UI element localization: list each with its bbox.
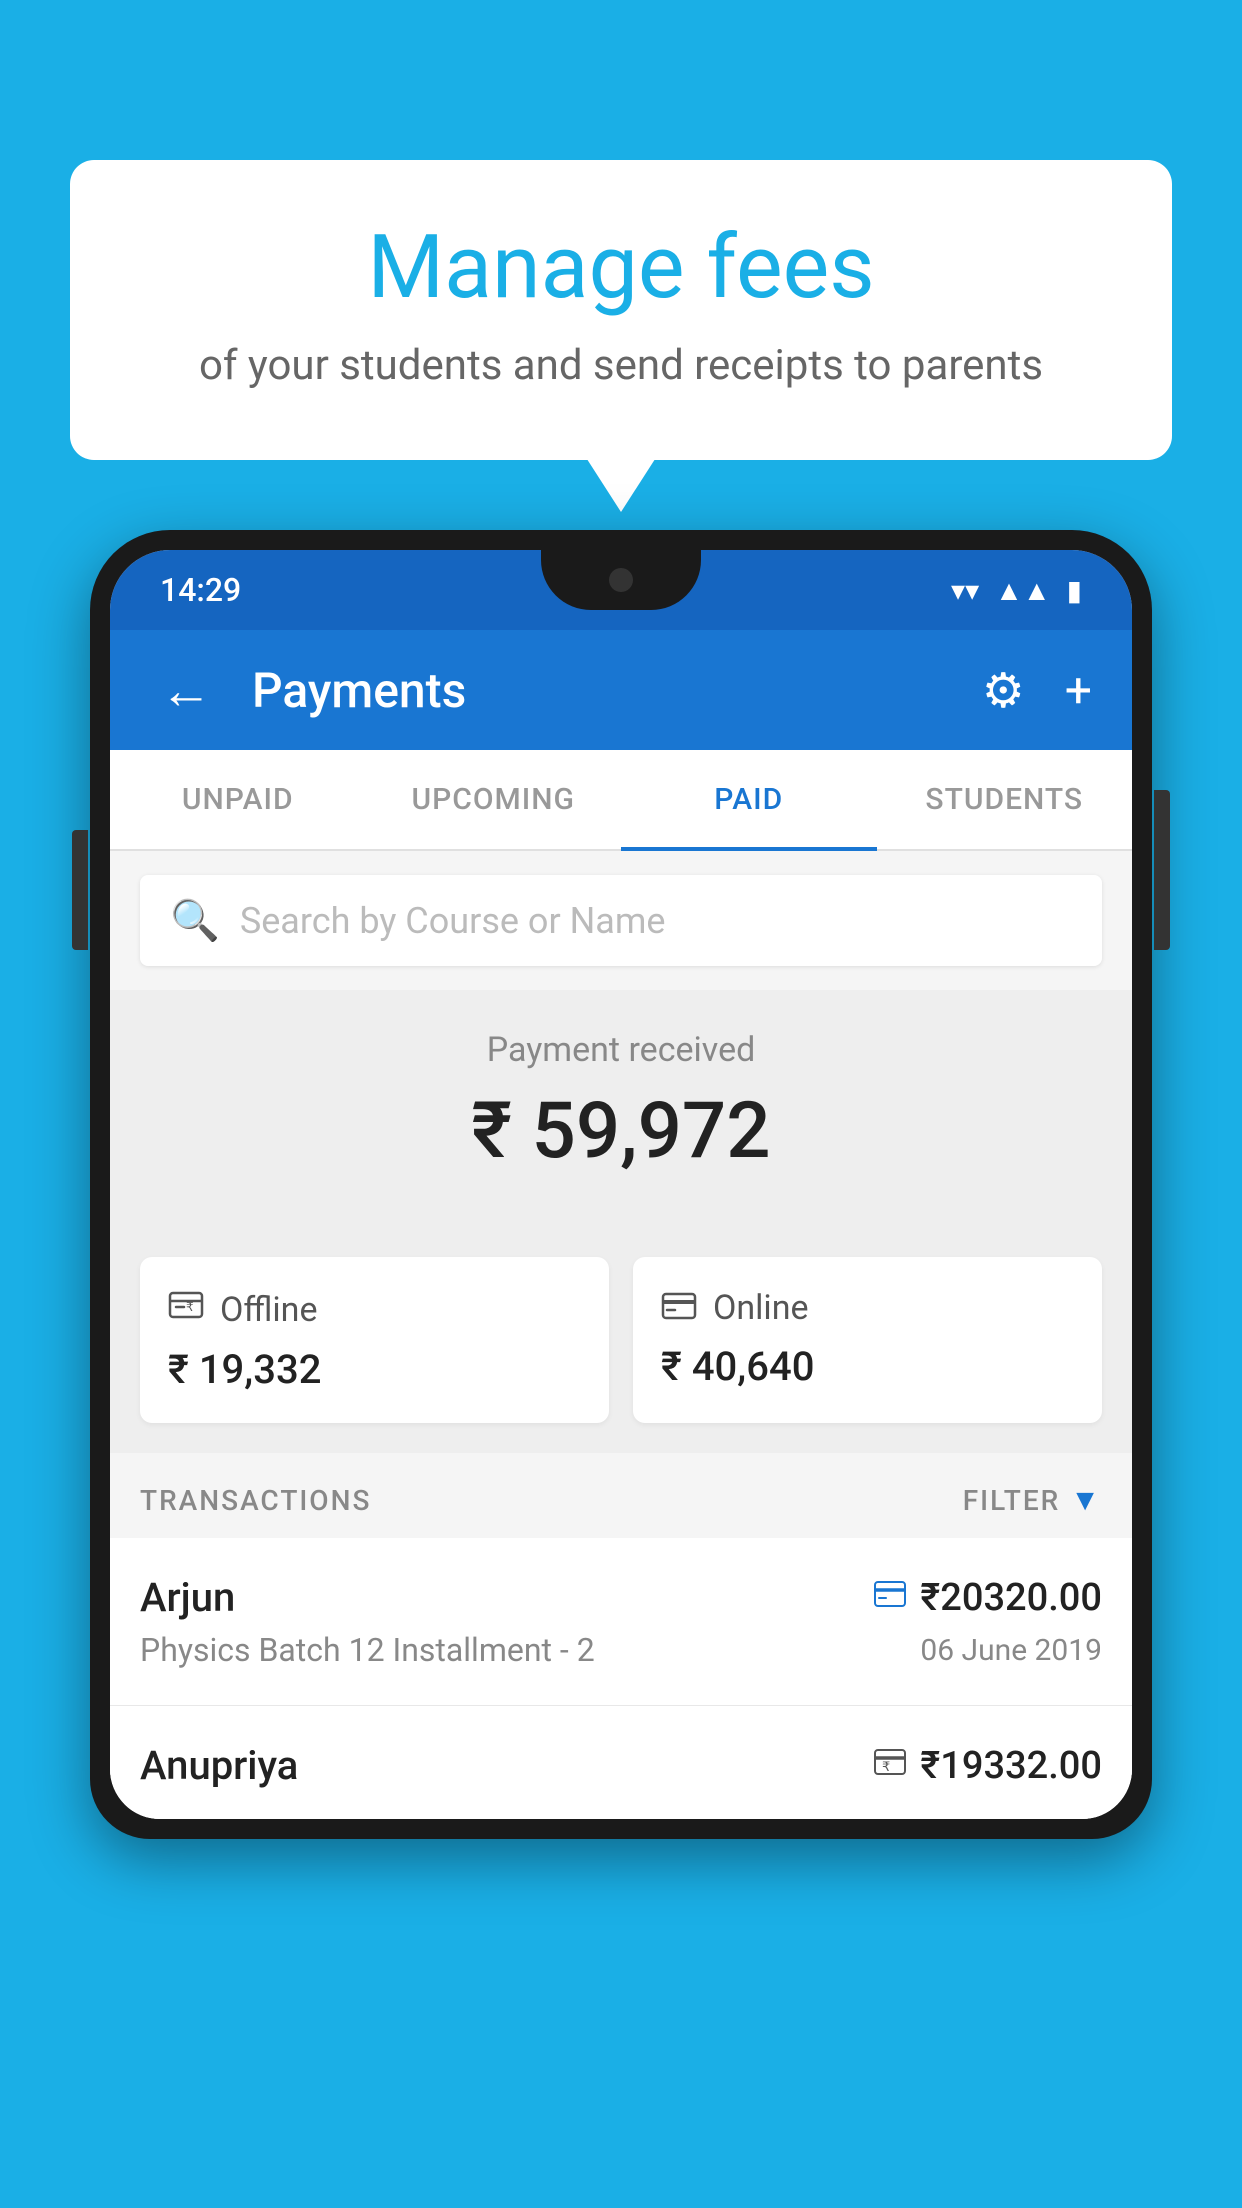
offline-amount: ₹ 19,332 xyxy=(168,1346,581,1393)
transaction-name-2: Anupriya xyxy=(140,1742,298,1789)
search-placeholder: Search by Course or Name xyxy=(240,900,666,942)
tab-upcoming[interactable]: UPCOMING xyxy=(366,750,622,849)
tab-paid[interactable]: PAID xyxy=(621,750,877,849)
transaction-amount-row-2: ₹ ₹19332.00 xyxy=(874,1744,1102,1788)
search-icon: 🔍 xyxy=(170,897,220,944)
phone-outer: 14:29 ▾▾ ▲▲ ▮ ← Payments ⚙ + xyxy=(90,530,1152,1839)
phone-screen: 14:29 ▾▾ ▲▲ ▮ ← Payments ⚙ + xyxy=(110,550,1132,1819)
payment-received-label: Payment received xyxy=(140,1030,1102,1070)
battery-icon: ▮ xyxy=(1067,574,1082,607)
payment-total-amount: ₹ 59,972 xyxy=(140,1086,1102,1177)
online-label: Online xyxy=(713,1288,809,1328)
phone-wrapper: 14:29 ▾▾ ▲▲ ▮ ← Payments ⚙ + xyxy=(90,530,1152,2208)
content-area: 🔍 Search by Course or Name Payment recei… xyxy=(110,875,1132,1819)
svg-text:₹: ₹ xyxy=(186,1300,194,1314)
status-bar: 14:29 ▾▾ ▲▲ ▮ xyxy=(110,550,1132,630)
transaction-top-2: Anupriya ₹ ₹19332.00 xyxy=(140,1742,1102,1789)
transactions-header: TRANSACTIONS FILTER ▼ xyxy=(110,1453,1132,1538)
transaction-amount-2: ₹19332.00 xyxy=(920,1744,1102,1788)
transaction-row-partial[interactable]: Anupriya ₹ ₹19332.00 xyxy=(110,1706,1132,1819)
speech-bubble: Manage fees of your students and send re… xyxy=(70,160,1172,460)
speech-bubble-container: Manage fees of your students and send re… xyxy=(70,160,1172,460)
payment-cards: ₹ Offline ₹ 19,332 xyxy=(110,1227,1132,1453)
transaction-date: 06 June 2019 xyxy=(920,1633,1102,1668)
offline-payment-icon: ₹ xyxy=(874,1748,906,1783)
app-bar: ← Payments ⚙ + xyxy=(110,630,1132,750)
filter-label: FILTER xyxy=(963,1484,1061,1517)
transaction-amount: ₹20320.00 xyxy=(920,1576,1102,1620)
filter-icon: ▼ xyxy=(1070,1483,1102,1518)
tabs: UNPAID UPCOMING PAID STUDENTS xyxy=(110,750,1132,851)
offline-card-header: ₹ Offline xyxy=(168,1287,581,1332)
online-amount: ₹ 40,640 xyxy=(661,1343,1074,1390)
signal-icon: ▲▲ xyxy=(995,574,1050,607)
transaction-row[interactable]: Arjun ₹20320.00 xyxy=(110,1538,1132,1706)
transaction-course: Physics Batch 12 Installment - 2 xyxy=(140,1631,595,1669)
back-button[interactable]: ← xyxy=(150,650,222,731)
offline-icon: ₹ xyxy=(168,1287,204,1332)
transaction-name: Arjun xyxy=(140,1574,235,1621)
online-card: Online ₹ 40,640 xyxy=(633,1257,1102,1423)
app-bar-actions: ⚙ + xyxy=(982,662,1092,719)
status-time: 14:29 xyxy=(160,571,241,609)
app-bar-title: Payments xyxy=(252,662,952,719)
add-button[interactable]: + xyxy=(1065,662,1092,719)
transactions-label: TRANSACTIONS xyxy=(140,1484,371,1517)
online-icon xyxy=(661,1287,697,1329)
transaction-bottom: Physics Batch 12 Installment - 2 06 June… xyxy=(140,1631,1102,1669)
transaction-amount-row: ₹20320.00 xyxy=(874,1576,1102,1620)
settings-button[interactable]: ⚙ xyxy=(982,662,1025,719)
bubble-subtitle: of your students and send receipts to pa… xyxy=(150,341,1092,390)
search-bar[interactable]: 🔍 Search by Course or Name xyxy=(140,875,1102,966)
payment-summary: Payment received ₹ 59,972 xyxy=(110,990,1132,1227)
tab-unpaid[interactable]: UNPAID xyxy=(110,750,366,849)
transaction-top: Arjun ₹20320.00 xyxy=(140,1574,1102,1621)
online-payment-icon xyxy=(874,1580,906,1615)
offline-label: Offline xyxy=(220,1290,317,1330)
offline-card: ₹ Offline ₹ 19,332 xyxy=(140,1257,609,1423)
notch-camera xyxy=(609,568,633,592)
wifi-icon: ▾▾ xyxy=(951,574,979,607)
filter-button[interactable]: FILTER ▼ xyxy=(963,1483,1102,1518)
svg-text:₹: ₹ xyxy=(882,1759,890,1774)
notch xyxy=(541,550,701,610)
bubble-title: Manage fees xyxy=(150,220,1092,317)
online-card-header: Online xyxy=(661,1287,1074,1329)
tab-students[interactable]: STUDENTS xyxy=(877,750,1133,849)
status-icons: ▾▾ ▲▲ ▮ xyxy=(951,574,1082,607)
